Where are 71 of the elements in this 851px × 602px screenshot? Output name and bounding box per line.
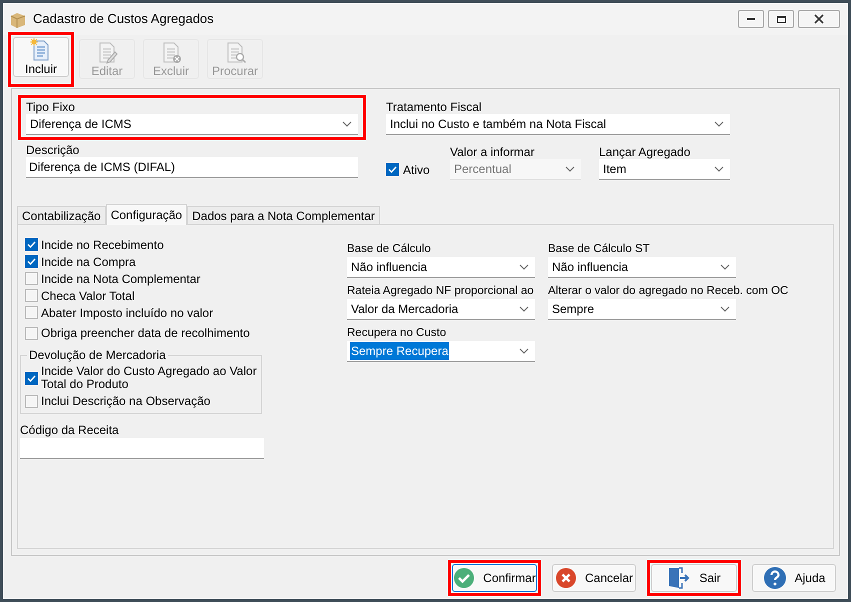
checkmark-icon <box>27 258 36 265</box>
exit-door-icon <box>667 567 692 589</box>
checkbox[interactable] <box>25 238 38 251</box>
dialog-button[interactable]: Confirmar <box>452 564 537 592</box>
field-label: Base de Cálculo ST <box>548 242 651 257</box>
tab[interactable]: Dados para a Nota Complementar <box>187 206 380 224</box>
maximize-button[interactable] <box>768 10 794 28</box>
chevron-down-icon <box>720 264 730 270</box>
group-title: Devolução de Mercadoria <box>27 348 168 362</box>
window-title: Cadastro de Custos Agregados <box>33 10 215 28</box>
field-label: Código da Receita <box>20 422 120 438</box>
chevron-down-icon <box>720 306 730 312</box>
field-label: Recupera no Custo <box>347 326 448 341</box>
checkbox-label: Ativo <box>403 162 430 178</box>
chevron-down-icon <box>565 166 575 172</box>
checkbox[interactable] <box>25 395 38 408</box>
field-label: Descrição <box>26 142 80 157</box>
input-field[interactable]: Diferença de ICMS (DIFAL) <box>26 157 358 178</box>
tab[interactable]: Configuração <box>106 204 188 225</box>
checkbox[interactable] <box>25 255 38 268</box>
checkbox[interactable] <box>25 306 38 319</box>
checkbox[interactable] <box>25 372 38 384</box>
chevron-down-icon <box>714 121 724 127</box>
checkbox[interactable] <box>25 289 38 302</box>
close-icon <box>814 14 824 24</box>
dialog-button[interactable]: Cancelar <box>552 564 636 592</box>
dropdown[interactable]: Sempre <box>548 299 736 320</box>
field-label: Base de Cálculo <box>347 242 432 257</box>
chevron-down-icon <box>519 348 529 354</box>
dropdown[interactable]: Valor da Mercadoria <box>347 299 535 320</box>
chevron-down-icon <box>714 166 724 172</box>
field-label: Rateia Agregado NF proporcional ao <box>347 284 535 299</box>
chevron-down-icon <box>342 121 352 127</box>
checkmark-icon <box>388 166 397 173</box>
checkmark-icon <box>27 374 36 382</box>
dialog-button[interactable]: Ajuda <box>752 564 836 592</box>
field-label: Alterar o valor do agregado no Receb. com OC <box>548 284 788 299</box>
toolbar-button[interactable]: Incluir <box>13 37 69 77</box>
checkbox-label: Incide na Nota Complementar <box>41 270 200 288</box>
chevron-down-icon <box>519 306 529 312</box>
field-label: Tratamento Fiscal <box>386 99 483 114</box>
dropdown[interactable]: Não influencia <box>347 257 535 278</box>
close-icon <box>554 567 577 589</box>
checkbox[interactable] <box>386 163 399 176</box>
input-field[interactable] <box>20 438 264 459</box>
checkbox-label: Obriga preencher data de recolhimento <box>41 325 250 342</box>
field-label: Lançar Agregado <box>599 144 692 159</box>
checkbox[interactable] <box>25 326 38 340</box>
minimize-button[interactable] <box>738 10 764 28</box>
dialog-button[interactable]: Sair <box>651 564 737 592</box>
checkmark-icon <box>27 241 36 248</box>
field-label: Tipo Fixo <box>26 99 76 114</box>
checkbox[interactable] <box>25 272 38 285</box>
chevron-down-icon <box>519 264 529 270</box>
checkbox-label: Incide no Recebimento <box>41 236 164 254</box>
checkbox-label: Incide Valor do Custo Agregado ao Valor Total do Produto <box>41 365 257 391</box>
checkbox-label: Checa Valor Total <box>41 288 135 304</box>
check-icon <box>453 567 476 589</box>
checkbox-label: Abater Imposto incluído no valor <box>41 304 214 322</box>
help-icon <box>762 566 787 590</box>
box-icon <box>9 10 27 28</box>
close-button[interactable] <box>798 10 840 28</box>
field-label: Valor a informar <box>450 144 536 159</box>
checkbox-label: Incide na Compra <box>41 254 136 270</box>
dropdown[interactable]: Sempre Recupera <box>347 341 535 362</box>
tab[interactable]: Contabilização <box>17 206 106 224</box>
dropdown[interactable]: Inclui no Custo e também na Nota Fiscal <box>386 114 730 135</box>
checkbox-label: Inclui Descrição na Observação <box>41 395 210 408</box>
dropdown[interactable]: Diferença de ICMS <box>26 114 358 135</box>
dropdown[interactable]: Não influencia <box>548 257 736 278</box>
dropdown[interactable]: Item <box>599 159 730 180</box>
